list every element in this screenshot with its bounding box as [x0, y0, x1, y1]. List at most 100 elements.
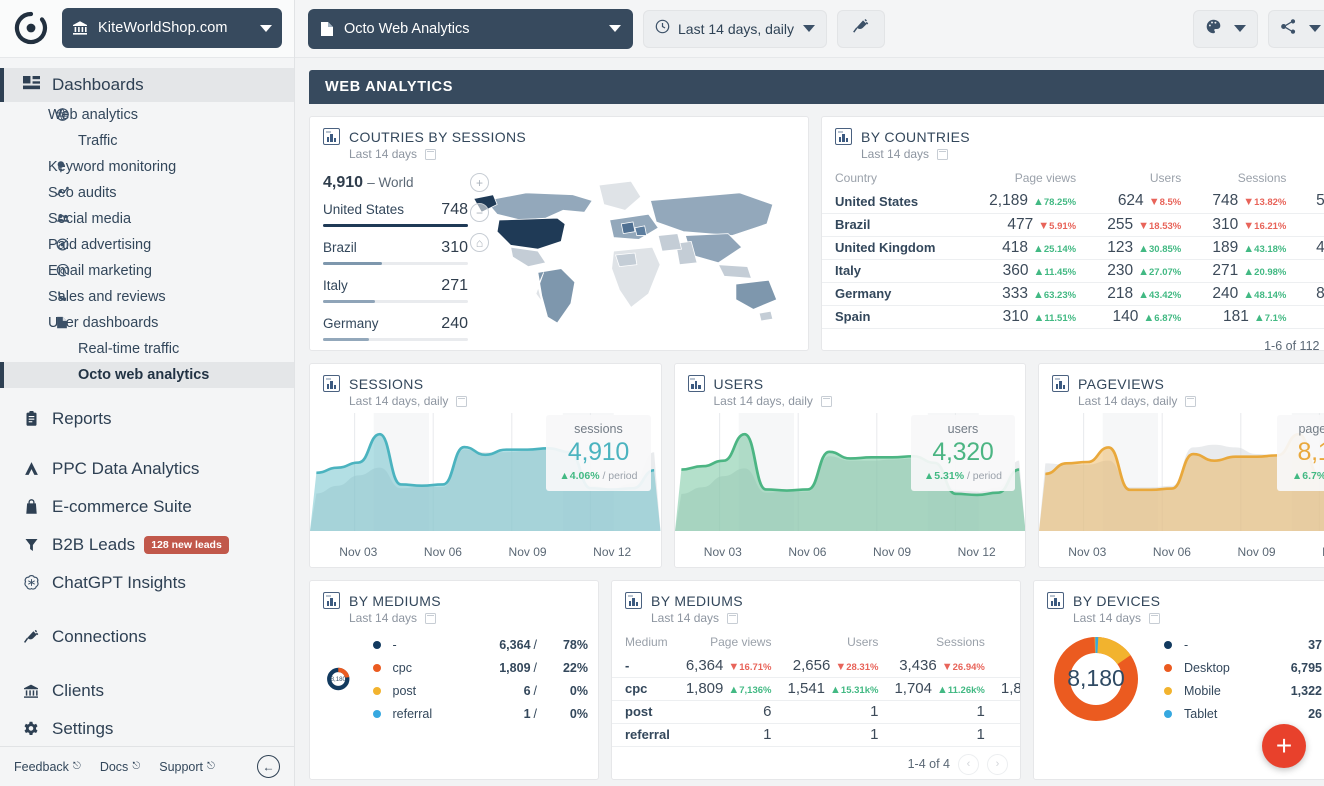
- sidebar-item-reports[interactable]: Reports: [0, 400, 294, 438]
- sidebar-item-real-time-traffic[interactable]: Real-time traffic: [0, 336, 294, 362]
- mediums-donut-chart[interactable]: 8,180: [326, 633, 351, 725]
- table-row[interactable]: post6110: [612, 700, 1020, 724]
- sidebar-item-web-analytics[interactable]: Web analytics: [0, 102, 294, 128]
- table-row[interactable]: Brazil 477 ▼5.91% 255 ▼18.53% 310 ▼16.21% 169▲1…: [822, 213, 1324, 237]
- feedback-link[interactable]: Feedback ⎋: [14, 760, 81, 774]
- list-item[interactable]: United States 748: [323, 201, 468, 227]
- calendar-icon[interactable]: [937, 148, 949, 160]
- card-header: BY MEDIUMS Last 14 days: [310, 581, 598, 625]
- col-country[interactable]: Country: [822, 167, 964, 190]
- sidebar-item-social-media[interactable]: Social media: [0, 206, 294, 232]
- legend-label: Tablet: [1184, 706, 1218, 721]
- calendar-icon[interactable]: [425, 148, 437, 160]
- next-page-button[interactable]: ›: [987, 753, 1008, 775]
- world-map[interactable]: + − ⌂: [468, 169, 798, 329]
- calendar-icon[interactable]: [456, 395, 468, 407]
- table-row[interactable]: Spain 310 ▲11.51% 140 ▲6.87% 181 ▲7.1% 77▲77: [822, 305, 1324, 329]
- support-link[interactable]: Support ⎋: [159, 760, 215, 774]
- sidebar-item-clients[interactable]: Clients: [0, 672, 294, 710]
- legend-percent: 78%: [562, 637, 588, 652]
- sidebar-item-connections[interactable]: Connections: [0, 618, 294, 656]
- sidebar-item-email-marketing[interactable]: Email marketing: [0, 258, 294, 284]
- sidebar-item-keyword-monitoring[interactable]: Keyword monitoring: [0, 154, 294, 180]
- list-item[interactable]: Germany 240: [323, 315, 468, 341]
- col-users[interactable]: Users: [779, 631, 886, 654]
- table-row[interactable]: -6,364 ▼16.71% 2,656 ▼28.31% 3,436 ▼26.94% 0▲0: [612, 654, 1020, 678]
- calendar-icon[interactable]: [1185, 395, 1197, 407]
- sidebar-item-paid-advertising[interactable]: Paid advertising: [0, 232, 294, 258]
- sidebar-item-ecommerce-suite[interactable]: E-commerce Suite: [0, 488, 294, 526]
- legend-dot: [1164, 709, 1172, 718]
- prev-page-button[interactable]: ‹: [958, 753, 979, 775]
- table-row[interactable]: referral1110: [612, 723, 1020, 747]
- plug-icon: [18, 629, 44, 645]
- share-icon: [1280, 18, 1297, 40]
- col-clicks[interactable]: Clicks: [993, 631, 1020, 654]
- sidebar-item-ppc-data-analytics[interactable]: PPC Data Analytics: [0, 450, 294, 488]
- table-row[interactable]: United States 2,189 ▲78.25% 624 ▼8.5% 748 ▼13.…: [822, 190, 1324, 214]
- devices-legend: -37/0% Desktop6,795/83% Mobile1,322/16% …: [1164, 633, 1324, 725]
- map-zoom-in-button[interactable]: +: [470, 173, 489, 192]
- table-cell: 240 ▲48.14%: [1189, 282, 1295, 306]
- devices-donut-chart[interactable]: 8,180: [1050, 633, 1142, 725]
- calendar-icon[interactable]: [425, 612, 437, 624]
- cell-value: 1: [763, 726, 772, 743]
- sidebar-item-traffic[interactable]: Traffic: [0, 128, 294, 154]
- connection-button[interactable]: [836, 9, 885, 48]
- col-sessions[interactable]: Sessions: [1189, 167, 1294, 190]
- table-row[interactable]: Germany 333 ▲63.23% 218 ▲43.42% 240 ▲48.14% 81▲…: [822, 282, 1324, 306]
- col-pageviews[interactable]: Page views: [964, 167, 1084, 190]
- map-home-button[interactable]: ⌂: [470, 233, 489, 252]
- bag-icon: [18, 499, 44, 515]
- site-selector[interactable]: KiteWorldShop.com: [62, 8, 282, 49]
- x-tick: Nov 06: [423, 545, 462, 559]
- table-cell: 147▲147: [1294, 259, 1324, 283]
- collapse-sidebar-button[interactable]: ←: [257, 755, 280, 779]
- docs-link[interactable]: Docs ⎋: [100, 760, 140, 774]
- sidebar-item-sales-and-reviews[interactable]: Sales and reviews: [0, 284, 294, 310]
- date-range-selector[interactable]: Last 14 days, daily: [643, 9, 827, 48]
- dashboard-selector[interactable]: Octo Web Analytics: [308, 8, 633, 49]
- table-cell-country: Brazil: [822, 213, 964, 237]
- legend-value: 37: [1308, 637, 1322, 652]
- support-label: Support: [159, 759, 204, 774]
- calendar-icon[interactable]: [727, 612, 739, 624]
- list-item[interactable]: Italy 271: [323, 277, 468, 303]
- card-header: PAGEVIEWS Last 14 days, daily: [1039, 364, 1324, 408]
- sidebar-item-settings[interactable]: Settings: [0, 710, 294, 746]
- legend-label: Desktop: [1184, 660, 1230, 675]
- country-value: 271: [441, 277, 468, 294]
- key-icon: [56, 160, 69, 173]
- theme-button[interactable]: [1193, 9, 1259, 48]
- table-cell: 1,809 ▲7,136%: [677, 677, 780, 701]
- table-cell: 230 ▲27.07%: [1084, 259, 1190, 283]
- col-medium[interactable]: Medium: [612, 631, 678, 654]
- sidebar-item-chatgpt-insights[interactable]: ChatGPT Insights: [0, 564, 294, 602]
- donut-center-value: 8,180: [1067, 665, 1125, 691]
- table-row[interactable]: United Kingdom 418 ▲25.14% 123 ▲30.85% 189 ▲43…: [822, 236, 1324, 260]
- table-row[interactable]: Italy 360 ▲11.45% 230 ▲27.07% 271 ▲20.98% 147▲1…: [822, 259, 1324, 283]
- cell-value: 2,189: [989, 192, 1028, 210]
- add-widget-fab[interactable]: +: [1262, 724, 1306, 768]
- sidebar-item-label: ChatGPT Insights: [52, 572, 186, 592]
- col-users[interactable]: Users: [1084, 167, 1189, 190]
- col-sessions[interactable]: Sessions: [886, 631, 992, 654]
- sidebar-item-octo-web-analytics[interactable]: Octo web analytics: [0, 361, 294, 388]
- table-cell: 181 ▲7.1%: [1189, 305, 1295, 329]
- map-zoom-out-button[interactable]: −: [470, 203, 489, 222]
- sidebar-item-seo-audits[interactable]: Seo audits: [0, 180, 294, 206]
- share-button[interactable]: [1268, 9, 1324, 48]
- card-header: BY MEDIUMS Last 14 days: [612, 581, 1020, 625]
- calendar-icon[interactable]: [820, 395, 832, 407]
- sidebar-item-b2b-leads[interactable]: B2B Leads 128 new leads: [0, 526, 294, 564]
- list-item: referral 1/0%: [372, 702, 588, 725]
- col-pageviews[interactable]: Page views: [678, 631, 780, 654]
- calendar-icon[interactable]: [1149, 612, 1161, 624]
- list-item[interactable]: Brazil 310: [323, 239, 468, 265]
- sidebar-item-dashboards[interactable]: Dashboards: [0, 67, 294, 102]
- table-row[interactable]: cpc 1,809 ▲7,136% 1,541 ▲15.31k% 1,704 ▲11.26k…: [612, 677, 1020, 701]
- col-clicks[interactable]: Clicks: [1294, 167, 1324, 190]
- card-period: Last 14 days, daily: [713, 394, 813, 408]
- sidebar-item-user-dashboards[interactable]: User dashboards: [0, 310, 294, 336]
